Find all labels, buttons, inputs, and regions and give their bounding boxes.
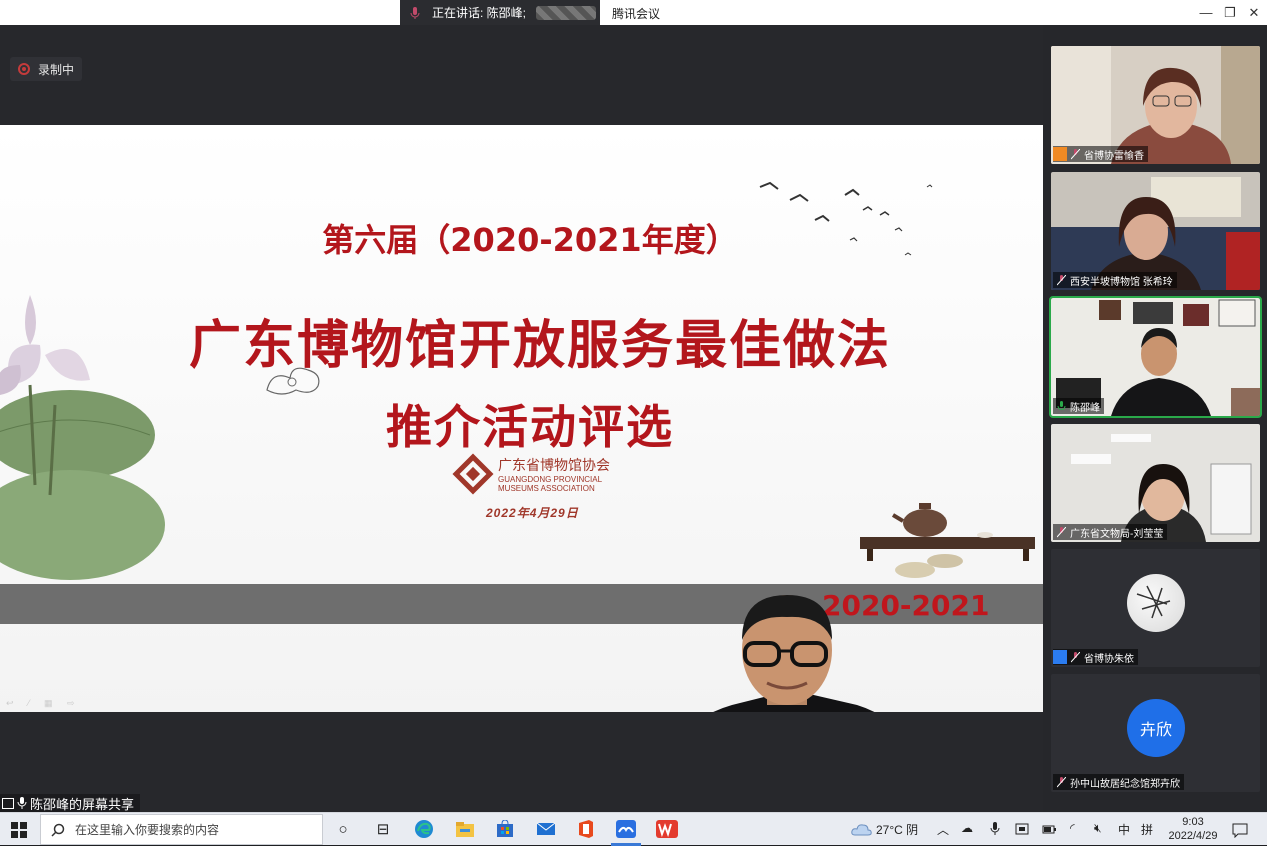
participant-name: 陈邵峰: [1070, 402, 1100, 414]
mic-muted-icon: [1057, 526, 1066, 537]
host-icon: [1053, 147, 1067, 161]
participant-name: 西安半坡博物馆 张希玲: [1070, 276, 1173, 288]
search-placeholder: 在这里输入你要搜索的内容: [75, 823, 220, 837]
task-view-icon[interactable]: ⊟: [372, 819, 394, 839]
minimize-button[interactable]: —: [1193, 0, 1219, 25]
slide-page-controls[interactable]: ↩ ⁄ ▦ ⇨: [6, 698, 81, 709]
participant-name: 省博协朱依: [1084, 653, 1134, 665]
tray-mic-icon[interactable]: [990, 822, 1000, 836]
office-icon[interactable]: [575, 819, 597, 839]
participant-tile[interactable]: 卉欣 孙中山故居纪念馆郑卉欣: [1051, 674, 1260, 792]
edge-browser-icon[interactable]: [413, 819, 435, 839]
battery-icon[interactable]: [1042, 823, 1056, 835]
participant-label: 广东省文物局-刘莹莹: [1053, 524, 1168, 540]
shared-screen-stage: 录制中 第六届（2020-2021年度） 广东博物馆开放服务最佳做法 推介活动评…: [0, 25, 1043, 812]
speaking-indicator: 正在讲话: 陈邵峰;: [400, 0, 600, 25]
store-icon[interactable]: [494, 819, 516, 839]
mic-muted-icon: [1071, 148, 1080, 159]
screen-capture-icon[interactable]: [1015, 822, 1029, 836]
presenter-video: [713, 595, 875, 712]
logo-name-en-1: GUANGDONG PROVINCIAL: [498, 475, 603, 484]
participant-tile[interactable]: 广东省文物局-刘莹莹: [1051, 424, 1260, 542]
screen-share-icon: [2, 797, 14, 809]
ime-grid-icon[interactable]: 拼: [1141, 821, 1153, 838]
participant-tile[interactable]: 西安半坡博物馆 张希玲: [1051, 172, 1260, 290]
wifi-icon[interactable]: ◜: [1070, 821, 1075, 835]
tea-set-illustration: [860, 503, 1035, 578]
close-button[interactable]: ✕: [1241, 0, 1267, 25]
participant-avatar: [1127, 574, 1185, 632]
file-explorer-icon[interactable]: [454, 819, 476, 839]
weather-cloud-icon: [851, 824, 872, 836]
participant-avatar: 卉欣: [1127, 699, 1185, 757]
logo-name-en-2: MUSEUMS ASSOCIATION: [498, 484, 595, 493]
association-logo: 广东省博物馆协会 GUANGDONG PROVINCIAL MUSEUMS AS…: [452, 453, 610, 495]
onedrive-cloud-icon[interactable]: ☁: [961, 821, 973, 835]
ime-indicator[interactable]: 中: [1118, 821, 1130, 838]
app-title: 腾讯会议: [612, 7, 661, 21]
slide-title-main: 广东博物馆开放服务最佳做法: [188, 316, 891, 376]
logo-name-cn: 广东省博物馆协会: [498, 457, 610, 473]
user-icon: [1053, 650, 1067, 664]
clock-time: 9:03: [1182, 816, 1204, 828]
mic-muted-icon: [1071, 651, 1080, 662]
participant-tile[interactable]: 省博协朱依: [1051, 549, 1260, 667]
screen-share-label: 陈邵峰的屏幕共享: [0, 794, 141, 812]
mic-muted-icon: [1057, 274, 1066, 285]
participant-label: 省博协朱依: [1053, 649, 1138, 665]
volume-muted-icon[interactable]: 🔇︎: [1094, 821, 1102, 836]
screen-share-text: 陈邵峰的屏幕共享: [30, 796, 135, 812]
participant-label: 陈邵峰: [1053, 398, 1104, 414]
cortana-icon[interactable]: ○: [332, 819, 354, 839]
wps-office-icon[interactable]: [656, 819, 678, 839]
participant-label: 孙中山故居纪念馆郑卉欣: [1053, 774, 1184, 790]
tray-overflow-chevron-icon[interactable]: ︿: [937, 821, 949, 838]
record-icon: [18, 63, 30, 75]
search-icon: [51, 823, 65, 837]
participant-name: 省博协雷愉香: [1084, 150, 1144, 162]
mail-icon[interactable]: [535, 819, 557, 839]
windows-taskbar: 在这里输入你要搜索的内容 ○ ⊟ 27°C 阴 ︿ ☁ ◜ 🔇︎ 中 拼 9:0…: [0, 812, 1267, 846]
slide-title-edition: 第六届（2020-2021年度）: [322, 221, 738, 259]
restore-button[interactable]: ❐: [1217, 0, 1243, 25]
clock-date: 2022/4/29: [1168, 830, 1218, 842]
bamboo-avatar-image: [1136, 585, 1171, 619]
participant-name: 广东省文物局-刘莹莹: [1070, 528, 1164, 540]
title-bar: 正在讲话: 陈邵峰; 腾讯会议 — ❐ ✕: [0, 0, 1267, 25]
presentation-slide: 第六届（2020-2021年度） 广东博物馆开放服务最佳做法 推介活动评选 广东…: [0, 125, 1043, 712]
slide-title-sub: 推介活动评选: [386, 400, 674, 454]
notification-center-icon[interactable]: [1232, 822, 1248, 838]
taskbar-search-box[interactable]: 在这里输入你要搜索的内容: [40, 814, 323, 845]
windows-start-icon[interactable]: [11, 822, 27, 838]
participant-label: 省博协雷愉香: [1053, 146, 1148, 162]
association-logo-icon: [452, 453, 494, 495]
speaking-avatars: [536, 5, 597, 20]
weather-text[interactable]: 27°C 阴: [876, 821, 918, 838]
participant-label: 西安半坡博物馆 张希玲: [1053, 272, 1177, 288]
participant-panel: 省博协雷愉香 西安半坡博物馆 张希玲 陈邵峰 广东省文物局-刘莹莹 省博协朱依 …: [1043, 25, 1267, 812]
mic-active-icon: [1057, 400, 1066, 410]
participant-name: 孙中山故居纪念馆郑卉欣: [1070, 778, 1180, 790]
mic-icon: [17, 797, 27, 809]
recording-label: 录制中: [38, 62, 75, 77]
participant-tile[interactable]: 省博协雷愉香: [1051, 46, 1260, 164]
recording-indicator[interactable]: 录制中: [10, 57, 83, 81]
mic-muted-icon: [1057, 776, 1066, 787]
speaking-text: 正在讲话: 陈邵峰;: [432, 6, 527, 20]
system-clock[interactable]: 9:03 2022/4/29: [1168, 815, 1218, 843]
tencent-meeting-icon[interactable]: [615, 819, 637, 839]
participant-tile-active-speaker[interactable]: 陈邵峰: [1049, 296, 1262, 418]
mic-icon: [410, 6, 420, 19]
slide-date: 2022年4月29日: [486, 506, 579, 520]
